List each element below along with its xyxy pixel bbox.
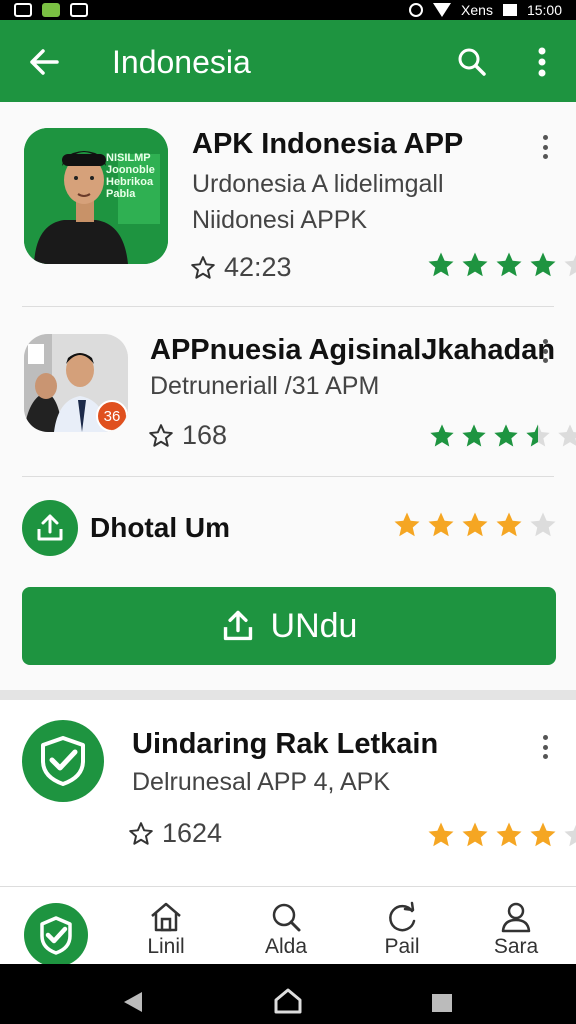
download-button[interactable]: UNdu [22,587,556,665]
nav-item-profile[interactable]: Sara [476,901,556,959]
system-nav-bar [0,964,576,1024]
upload-icon [223,610,252,641]
carrier-text: Xens [461,2,493,18]
rating-count-text: 168 [182,420,228,450]
star-rating [428,422,576,450]
rating-count-text: 1624 [162,818,223,848]
star-icon [496,512,522,537]
star-icon [530,512,556,537]
star-rating [392,510,558,540]
nav-label: Sara [493,935,539,958]
star-icon [394,512,420,537]
home-icon [151,902,181,932]
nav-item-refresh[interactable]: Pail [362,901,442,959]
rating-count: 1624 [128,818,222,849]
wifi-icon [433,3,452,17]
shield-check-icon[interactable] [22,720,104,802]
refresh-icon [389,901,416,932]
app-icon[interactable]: 36 [24,334,128,432]
more-vert-icon[interactable] [535,132,555,162]
star-icon [558,424,576,447]
star-outline-icon [129,821,153,845]
upload-icon[interactable] [22,500,78,556]
search-icon [272,903,301,932]
clock: 15:00 [526,2,562,18]
divider [22,306,554,307]
star-icon [530,822,556,847]
star-rating [426,820,576,850]
app-subtitle: Detruneriall /31 APM [150,372,380,400]
star-icon [428,512,454,537]
star-icon [526,424,550,447]
app-icon[interactable]: NISILMP Joonoble Hebrikoa Pabla [24,128,168,264]
list-item[interactable]: 36 APPnuesia AgisinalJkahadan Detruneria… [0,320,576,476]
bottom-nav: Linil Alda Pail Sara [0,886,576,967]
star-rating [426,250,576,280]
star-outline-icon [149,423,173,447]
rating-count: 168 [148,420,227,451]
more-vert-icon[interactable] [535,336,555,366]
nav-item-search[interactable]: Alda [246,901,326,959]
star-icon [428,252,454,277]
nav-label: Alda [264,935,308,958]
arrow-left-icon[interactable] [24,42,64,82]
app-notification-icon [42,3,60,17]
app-subtitle-2: Niidonesi APPK [192,206,368,234]
star-icon [494,424,518,447]
download-button-label: UNdu [270,606,358,645]
list-item[interactable]: Uindaring Rak Letkain Delrunesal APP 4, … [0,700,576,886]
more-vert-icon[interactable] [535,732,555,762]
nav-label: Pail [384,935,420,958]
star-icon [496,252,522,277]
list-item[interactable]: NISILMP Joonoble Hebrikoa Pabla APK Indo… [0,118,576,298]
home-nav-icon[interactable] [274,988,302,1014]
app-name: Uindaring Rak Letkain [132,728,439,760]
check-badge-icon[interactable] [24,903,88,967]
star-icon [430,424,454,447]
gallery-icon [14,3,32,17]
back-nav-icon[interactable] [124,992,142,1012]
star-icon [462,822,488,847]
app-name: APPnuesia AgisinalJkahadan [150,334,556,366]
battery-icon [502,4,517,16]
search-icon[interactable] [452,42,492,82]
star-icon [462,424,486,447]
star-icon [496,822,522,847]
recents-nav-icon[interactable] [432,994,452,1012]
nav-item-home[interactable]: Linil [126,901,206,959]
person-icon [501,902,531,933]
section-separator [0,690,576,700]
star-icon [462,252,488,277]
badge: 36 [96,400,128,432]
star-icon [564,254,576,277]
nav-label: Linil [147,935,185,958]
app-subtitle: Delrunesal APP 4, APK [132,768,391,796]
notification-icon [70,3,88,17]
divider [22,476,554,477]
more-vert-icon[interactable] [522,42,562,82]
page-title: Indonesia [112,44,251,80]
alarm-icon [409,3,424,17]
app-bar: Indonesia [0,20,576,102]
app-subtitle: Urdonesia A lidelimgall [192,170,444,198]
star-outline-icon [191,255,215,279]
rating-count: 42:23 [190,252,292,283]
status-bar: Xens 15:00 [0,0,576,20]
rating-count-text: 42:23 [224,252,292,282]
star-icon [564,824,576,847]
star-icon [428,822,454,847]
app-icon-text: NISILMP Joonoble Hebrikoa Pabla [106,152,155,200]
star-icon [530,252,556,277]
star-icon [462,512,488,537]
app-name: APK Indonesia APP [192,128,464,160]
download-title: Dhotal Um [90,512,230,543]
